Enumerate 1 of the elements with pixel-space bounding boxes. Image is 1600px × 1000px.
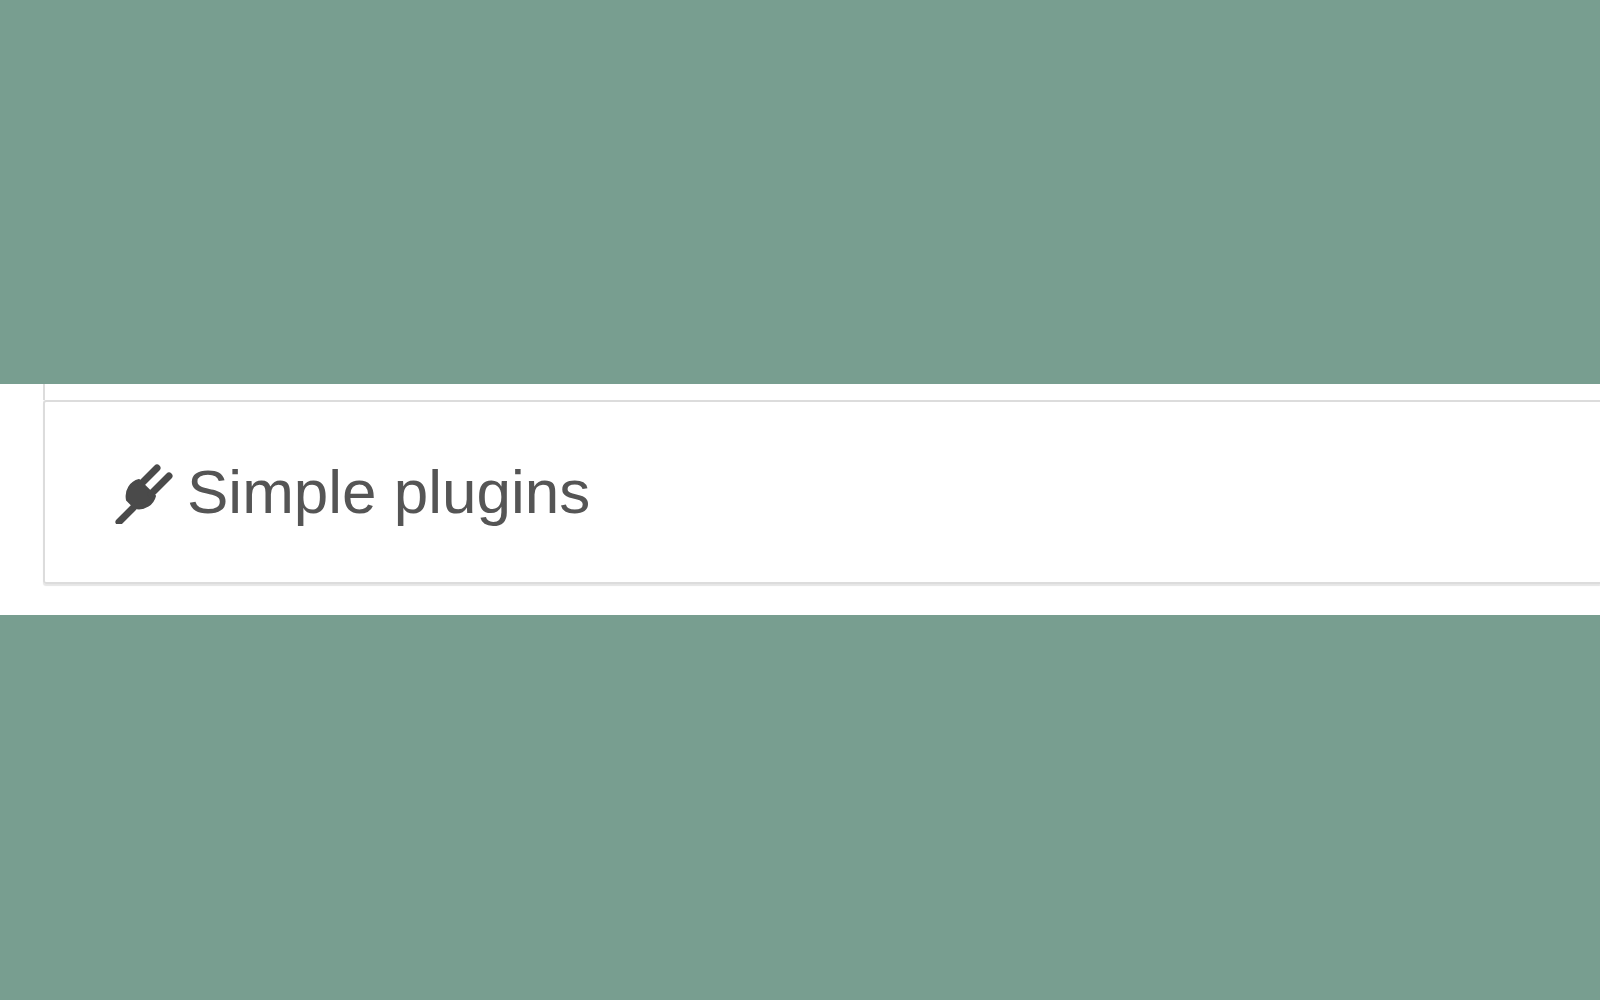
panel-title: Simple plugins — [187, 457, 591, 527]
